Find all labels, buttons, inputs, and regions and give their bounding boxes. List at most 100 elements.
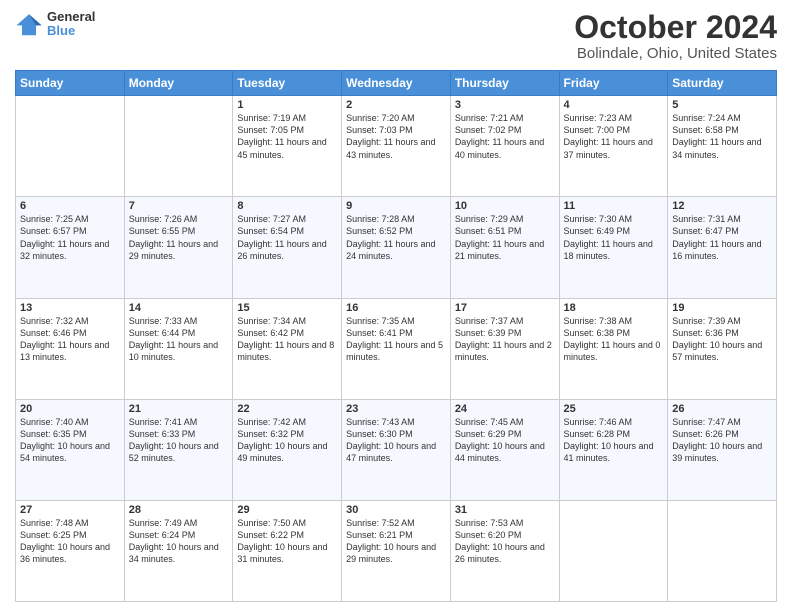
day-number: 27 [20, 504, 120, 516]
calendar-header-row: Sunday Monday Tuesday Wednesday Thursday… [16, 71, 777, 96]
table-row: 24 Sunrise: 7:45 AMSunset: 6:29 PMDaylig… [450, 399, 559, 500]
logo-line1: General [47, 10, 95, 24]
day-number: 30 [346, 504, 446, 516]
day-number: 19 [672, 302, 772, 314]
day-info: Sunrise: 7:38 AMSunset: 6:38 PMDaylight:… [564, 316, 661, 362]
day-number: 1 [237, 99, 337, 111]
day-number: 11 [564, 200, 664, 212]
table-row: 31 Sunrise: 7:53 AMSunset: 6:20 PMDaylig… [450, 500, 559, 601]
day-number: 8 [237, 200, 337, 212]
day-number: 9 [346, 200, 446, 212]
day-info: Sunrise: 7:19 AMSunset: 7:05 PMDaylight:… [237, 113, 326, 159]
day-number: 24 [455, 403, 555, 415]
table-row: 5 Sunrise: 7:24 AMSunset: 6:58 PMDayligh… [668, 96, 777, 197]
day-info: Sunrise: 7:20 AMSunset: 7:03 PMDaylight:… [346, 113, 435, 159]
logo: General Blue [15, 10, 95, 39]
day-info: Sunrise: 7:52 AMSunset: 6:21 PMDaylight:… [346, 518, 436, 564]
logo-text: General Blue [47, 10, 95, 39]
table-row: 19 Sunrise: 7:39 AMSunset: 6:36 PMDaylig… [668, 298, 777, 399]
calendar-title: October 2024 [574, 10, 777, 45]
day-info: Sunrise: 7:40 AMSunset: 6:35 PMDaylight:… [20, 417, 110, 463]
col-tuesday: Tuesday [233, 71, 342, 96]
day-number: 31 [455, 504, 555, 516]
day-info: Sunrise: 7:35 AMSunset: 6:41 PMDaylight:… [346, 316, 443, 362]
day-info: Sunrise: 7:47 AMSunset: 6:26 PMDaylight:… [672, 417, 762, 463]
table-row: 6 Sunrise: 7:25 AMSunset: 6:57 PMDayligh… [16, 197, 125, 298]
day-number: 18 [564, 302, 664, 314]
day-info: Sunrise: 7:29 AMSunset: 6:51 PMDaylight:… [455, 214, 544, 260]
day-info: Sunrise: 7:43 AMSunset: 6:30 PMDaylight:… [346, 417, 436, 463]
table-row: 9 Sunrise: 7:28 AMSunset: 6:52 PMDayligh… [342, 197, 451, 298]
table-row [559, 500, 668, 601]
day-number: 13 [20, 302, 120, 314]
day-info: Sunrise: 7:24 AMSunset: 6:58 PMDaylight:… [672, 113, 761, 159]
table-row: 20 Sunrise: 7:40 AMSunset: 6:35 PMDaylig… [16, 399, 125, 500]
table-row: 13 Sunrise: 7:32 AMSunset: 6:46 PMDaylig… [16, 298, 125, 399]
day-info: Sunrise: 7:46 AMSunset: 6:28 PMDaylight:… [564, 417, 654, 463]
table-row: 4 Sunrise: 7:23 AMSunset: 7:00 PMDayligh… [559, 96, 668, 197]
day-number: 15 [237, 302, 337, 314]
table-row: 17 Sunrise: 7:37 AMSunset: 6:39 PMDaylig… [450, 298, 559, 399]
day-number: 20 [20, 403, 120, 415]
day-info: Sunrise: 7:41 AMSunset: 6:33 PMDaylight:… [129, 417, 219, 463]
day-number: 14 [129, 302, 229, 314]
day-number: 25 [564, 403, 664, 415]
day-info: Sunrise: 7:26 AMSunset: 6:55 PMDaylight:… [129, 214, 218, 260]
calendar-week-2: 6 Sunrise: 7:25 AMSunset: 6:57 PMDayligh… [16, 197, 777, 298]
day-info: Sunrise: 7:23 AMSunset: 7:00 PMDaylight:… [564, 113, 653, 159]
table-row: 7 Sunrise: 7:26 AMSunset: 6:55 PMDayligh… [124, 197, 233, 298]
day-info: Sunrise: 7:48 AMSunset: 6:25 PMDaylight:… [20, 518, 110, 564]
table-row: 8 Sunrise: 7:27 AMSunset: 6:54 PMDayligh… [233, 197, 342, 298]
table-row: 27 Sunrise: 7:48 AMSunset: 6:25 PMDaylig… [16, 500, 125, 601]
day-info: Sunrise: 7:39 AMSunset: 6:36 PMDaylight:… [672, 316, 762, 362]
page: General Blue October 2024 Bolindale, Ohi… [0, 0, 792, 612]
table-row [668, 500, 777, 601]
day-number: 17 [455, 302, 555, 314]
logo-line2: Blue [47, 24, 95, 38]
day-info: Sunrise: 7:28 AMSunset: 6:52 PMDaylight:… [346, 214, 435, 260]
calendar-week-3: 13 Sunrise: 7:32 AMSunset: 6:46 PMDaylig… [16, 298, 777, 399]
day-number: 10 [455, 200, 555, 212]
day-number: 26 [672, 403, 772, 415]
table-row: 30 Sunrise: 7:52 AMSunset: 6:21 PMDaylig… [342, 500, 451, 601]
table-row: 22 Sunrise: 7:42 AMSunset: 6:32 PMDaylig… [233, 399, 342, 500]
table-row [124, 96, 233, 197]
table-row: 25 Sunrise: 7:46 AMSunset: 6:28 PMDaylig… [559, 399, 668, 500]
day-number: 7 [129, 200, 229, 212]
table-row: 3 Sunrise: 7:21 AMSunset: 7:02 PMDayligh… [450, 96, 559, 197]
day-info: Sunrise: 7:30 AMSunset: 6:49 PMDaylight:… [564, 214, 653, 260]
day-number: 4 [564, 99, 664, 111]
day-number: 5 [672, 99, 772, 111]
day-number: 23 [346, 403, 446, 415]
title-block: October 2024 Bolindale, Ohio, United Sta… [574, 10, 777, 62]
day-number: 28 [129, 504, 229, 516]
table-row: 10 Sunrise: 7:29 AMSunset: 6:51 PMDaylig… [450, 197, 559, 298]
day-number: 3 [455, 99, 555, 111]
day-info: Sunrise: 7:27 AMSunset: 6:54 PMDaylight:… [237, 214, 326, 260]
col-friday: Friday [559, 71, 668, 96]
table-row: 26 Sunrise: 7:47 AMSunset: 6:26 PMDaylig… [668, 399, 777, 500]
col-saturday: Saturday [668, 71, 777, 96]
table-row: 18 Sunrise: 7:38 AMSunset: 6:38 PMDaylig… [559, 298, 668, 399]
table-row: 14 Sunrise: 7:33 AMSunset: 6:44 PMDaylig… [124, 298, 233, 399]
day-info: Sunrise: 7:37 AMSunset: 6:39 PMDaylight:… [455, 316, 552, 362]
day-info: Sunrise: 7:31 AMSunset: 6:47 PMDaylight:… [672, 214, 761, 260]
col-monday: Monday [124, 71, 233, 96]
table-row: 29 Sunrise: 7:50 AMSunset: 6:22 PMDaylig… [233, 500, 342, 601]
col-wednesday: Wednesday [342, 71, 451, 96]
day-info: Sunrise: 7:45 AMSunset: 6:29 PMDaylight:… [455, 417, 545, 463]
header: General Blue October 2024 Bolindale, Ohi… [15, 10, 777, 62]
col-thursday: Thursday [450, 71, 559, 96]
calendar-table: Sunday Monday Tuesday Wednesday Thursday… [15, 70, 777, 602]
day-number: 12 [672, 200, 772, 212]
logo-icon [15, 10, 43, 38]
day-number: 6 [20, 200, 120, 212]
table-row: 1 Sunrise: 7:19 AMSunset: 7:05 PMDayligh… [233, 96, 342, 197]
day-number: 2 [346, 99, 446, 111]
calendar-week-5: 27 Sunrise: 7:48 AMSunset: 6:25 PMDaylig… [16, 500, 777, 601]
day-info: Sunrise: 7:21 AMSunset: 7:02 PMDaylight:… [455, 113, 544, 159]
table-row: 21 Sunrise: 7:41 AMSunset: 6:33 PMDaylig… [124, 399, 233, 500]
day-info: Sunrise: 7:34 AMSunset: 6:42 PMDaylight:… [237, 316, 334, 362]
day-info: Sunrise: 7:33 AMSunset: 6:44 PMDaylight:… [129, 316, 218, 362]
calendar-week-4: 20 Sunrise: 7:40 AMSunset: 6:35 PMDaylig… [16, 399, 777, 500]
